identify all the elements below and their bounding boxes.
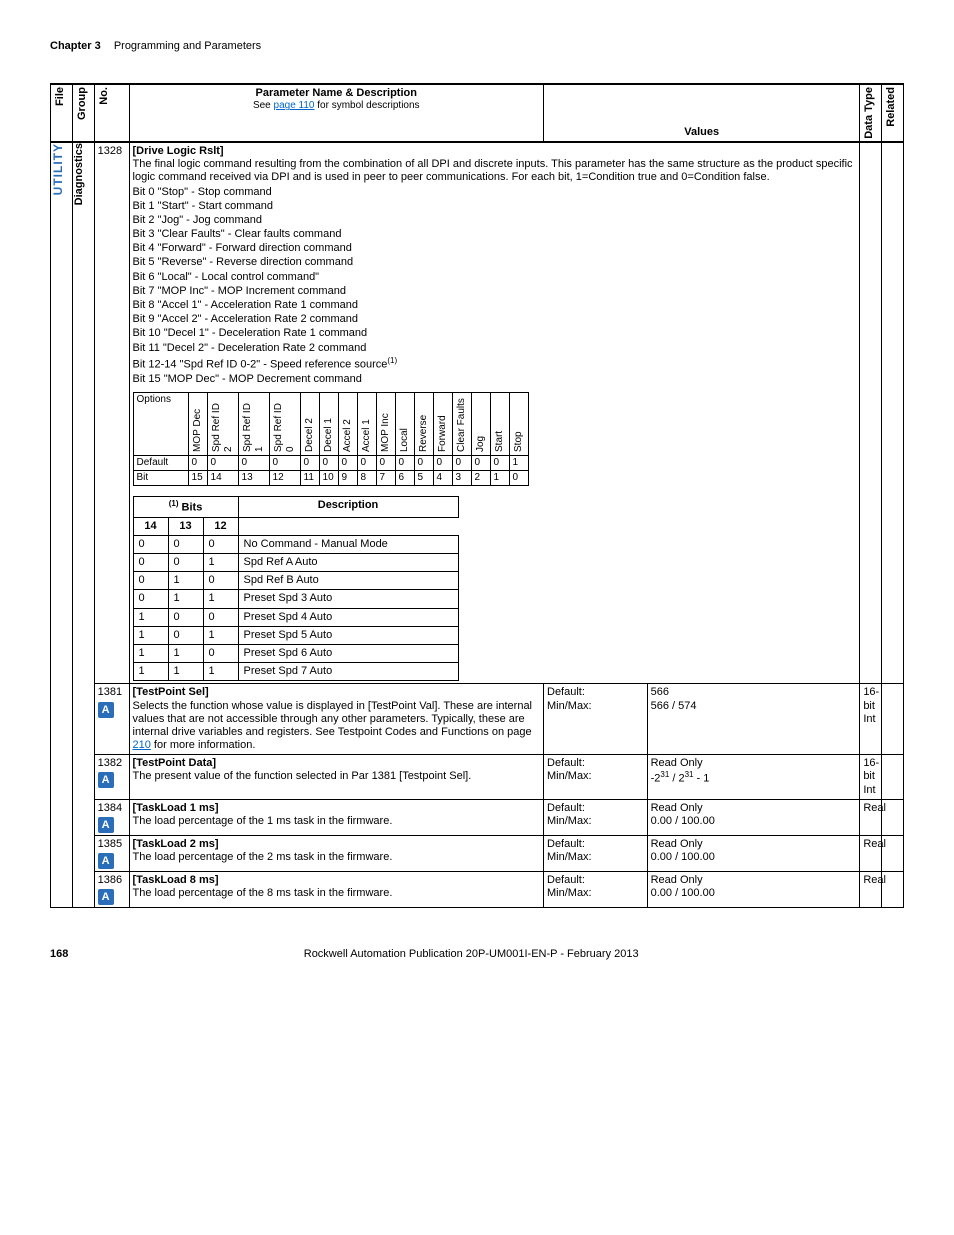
param-1328-name: [Drive Logic Rslt] [133,145,857,158]
param-row-1381: 1381 A [TestPoint Sel] Selects the funct… [51,684,904,755]
param-1328-bitlist: Bit 0 "Stop" - Stop command Bit 1 "Start… [133,186,857,386]
a-icon: A [98,702,114,718]
table-header-row: File Group No. Parameter Name & Descript… [51,85,904,142]
options-default-row: Default 0000 0000 0000 0001 [133,455,528,470]
page-number: 168 [50,948,68,961]
parameter-table: File Group No. Parameter Name & Descript… [50,85,904,908]
param-1328-body: [Drive Logic Rslt] The final logic comma… [129,142,860,684]
col-values: Values [544,85,860,142]
col-group: Group [76,87,89,120]
param-no-cell: 1381 A [94,684,129,755]
a-icon: A [98,889,114,905]
a-icon: A [98,817,114,833]
page-header: Chapter 3 Programming and Parameters [50,40,904,53]
param-1381-values: 566 566 / 574 [647,684,860,755]
param-row-1328: UTILITY Diagnostics 1328 [Drive Logic Rs… [51,142,904,684]
group-diagnostics: Diagnostics [73,143,86,205]
param-1328-desc: The final logic command resulting from t… [133,158,857,184]
param-row-1384: 1384 A [TaskLoad 1 ms] The load percenta… [51,799,904,835]
param-1381-desc-cell: [TestPoint Sel] Selects the function who… [129,684,543,755]
param-1328-dtype [860,142,882,684]
options-table: Options MOP Dec Spd Ref ID 2 Spd Ref ID … [133,392,529,486]
page-110-link[interactable]: page 110 [274,100,315,111]
param-1381-value-labels: Default: Min/Max: [544,684,648,755]
param-no: 1328 [94,142,129,684]
col-file: File [54,87,67,106]
param-row-1382: 1382 A [TestPoint Data] The present valu… [51,755,904,800]
a-icon: A [98,772,114,788]
a-icon: A [98,853,114,869]
col-no: No. [98,87,111,105]
section-label: Programming and Parameters [114,40,261,52]
file-utility: UTILITY [51,143,65,195]
param-1328-related [882,142,904,684]
col-related: Related [885,87,898,127]
param-1381-dtype: 16-bit Int [860,684,882,755]
bits-description-table: (1) Bits Description 14 13 12 000No Comm… [133,496,459,682]
publication-info: Rockwell Automation Publication 20P-UM00… [304,948,639,961]
options-bit-row: Bit 15141312 111098 7654 3210 [133,470,528,485]
col-param-desc: Parameter Name & Description See page 11… [129,85,543,142]
col-datatype: Data Type [863,87,876,139]
chapter-label: Chapter 3 [50,40,101,52]
param-row-1385: 1385 A [TaskLoad 2 ms] The load percenta… [51,836,904,872]
page-210-link[interactable]: 210 [133,739,151,751]
parameter-table-container: File Group No. Parameter Name & Descript… [50,83,904,908]
page-footer: 168 Rockwell Automation Publication 20P-… [50,948,904,961]
param-row-1386: 1386 A [TaskLoad 8 ms] The load percenta… [51,872,904,908]
